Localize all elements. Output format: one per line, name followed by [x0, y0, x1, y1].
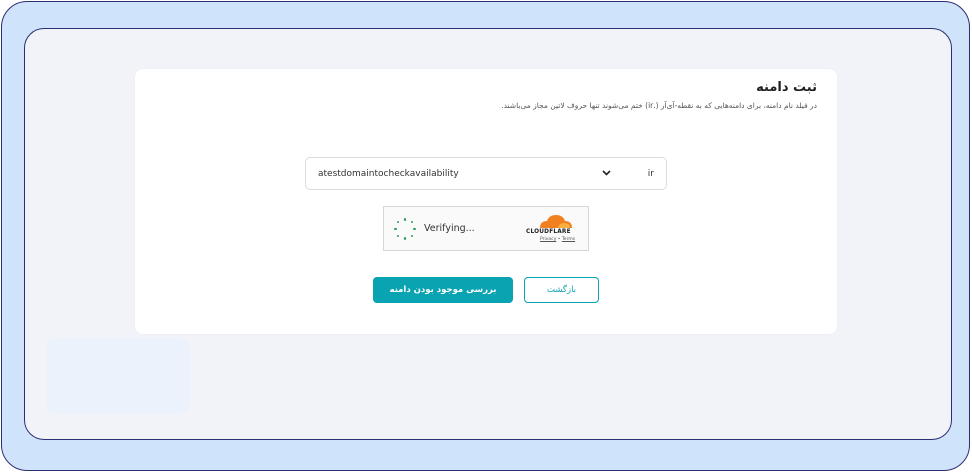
- tld-select[interactable]: ir: [594, 158, 666, 189]
- cloudflare-links: Privacy • Terms: [540, 237, 575, 242]
- domain-input-group: ir: [305, 157, 667, 190]
- page-title: ثبت دامنه: [756, 80, 817, 95]
- cloudflare-cloud-icon: [528, 213, 578, 229]
- domain-name-input[interactable]: [306, 158, 596, 189]
- background-panel: [46, 338, 190, 414]
- page-subtitle: در فیلد نام دامنه، برای دامنه‌هایی که به…: [501, 101, 817, 110]
- cloudflare-turnstile-widget[interactable]: Verifying... CLOUDFLARE Privacy • Terms: [383, 206, 589, 251]
- privacy-link[interactable]: Privacy: [540, 237, 556, 242]
- verifying-status: Verifying...: [424, 223, 475, 234]
- links-separator: •: [557, 237, 561, 242]
- check-availability-button[interactable]: بررسی موجود بودن دامنه: [373, 277, 513, 303]
- back-button[interactable]: بازگشت: [524, 277, 599, 303]
- domain-register-card: ثبت دامنه در فیلد نام دامنه، برای دامنه‌…: [135, 69, 837, 334]
- chevron-down-icon: [602, 169, 611, 179]
- terms-link[interactable]: Terms: [562, 237, 575, 242]
- loading-spinner-icon: [394, 218, 416, 240]
- cloudflare-wordmark: CLOUDFLARE: [526, 229, 571, 235]
- tld-value: ir: [647, 168, 654, 179]
